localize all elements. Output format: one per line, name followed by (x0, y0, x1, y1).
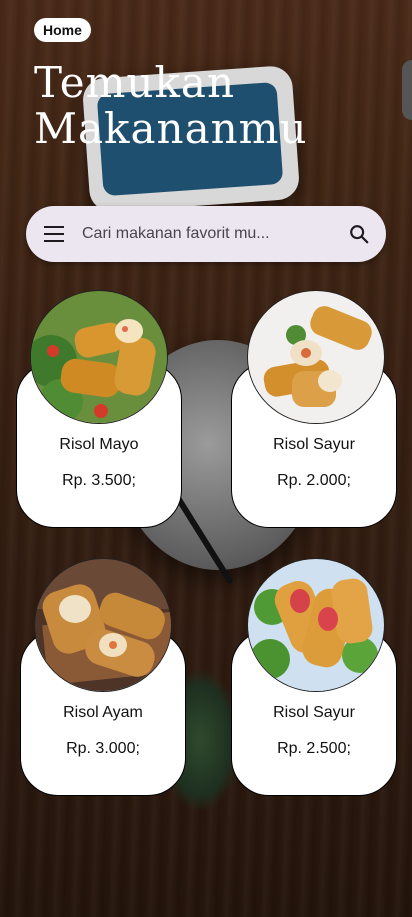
menu-icon[interactable] (44, 226, 64, 242)
product-price: Rp. 2.000; (277, 472, 351, 489)
product-card[interactable]: Risol Sayur Rp. 2.000; (231, 290, 397, 528)
search-input[interactable]: Cari makanan favorit mu... (82, 206, 270, 262)
product-price: Rp. 3.000; (66, 740, 140, 757)
product-card[interactable]: Risol Ayam Rp. 3.000; (20, 558, 186, 796)
food-photo-risol-mayo (30, 290, 168, 424)
product-name: Risol Sayur (273, 704, 355, 721)
search-bar[interactable]: Cari makanan favorit mu... (26, 206, 386, 262)
product-card[interactable]: Risol Mayo Rp. 3.500; (16, 290, 182, 528)
product-price: Rp. 3.500; (62, 472, 136, 489)
product-name: Risol Mayo (59, 436, 139, 453)
food-photo-risol-sayur (247, 290, 385, 424)
product-name: Risol Ayam (63, 704, 143, 721)
background-object-edge (402, 60, 412, 120)
food-photo-risol-sayur-2 (247, 558, 385, 692)
page-title: Temukan Makananmu (34, 58, 308, 153)
product-price: Rp. 2.500; (277, 740, 351, 757)
search-icon[interactable] (348, 223, 370, 245)
home-chip[interactable]: Home (34, 18, 91, 42)
food-photo-risol-ayam (34, 558, 172, 692)
product-card[interactable]: Risol Sayur Rp. 2.500; (231, 558, 397, 796)
product-name: Risol Sayur (273, 436, 355, 453)
